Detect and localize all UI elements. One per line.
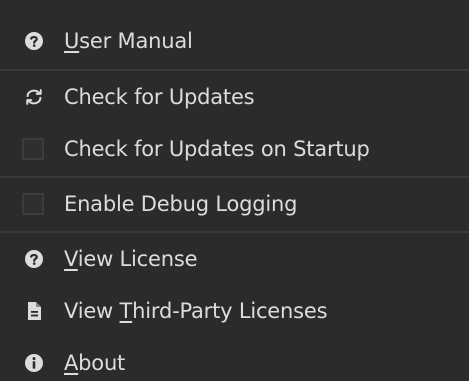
menu-item-view-license[interactable]: View License (0, 233, 469, 285)
menu-item-about[interactable]: About (0, 337, 469, 381)
menu-item-label: View Third-Party Licenses (64, 299, 328, 323)
enable-debug-logging-checkbox[interactable] (22, 193, 44, 215)
menu-item-label: Check for Updates on Startup (64, 137, 370, 161)
menu-item-enable-debug-logging[interactable]: Enable Debug Logging (0, 178, 469, 230)
menu-item-label: Check for Updates (64, 85, 255, 109)
help-circle-icon (24, 249, 44, 269)
document-icon (24, 301, 44, 321)
menu-item-view-third-party-licenses[interactable]: View Third-Party Licenses (0, 285, 469, 337)
help-menu: User Manual Check for Updates Check for … (0, 0, 469, 381)
menu-item-check-for-updates[interactable]: Check for Updates (0, 71, 469, 123)
menu-item-user-manual[interactable]: User Manual (0, 15, 469, 67)
menu-item-label: View License (64, 247, 198, 271)
menu-item-label: Enable Debug Logging (64, 192, 298, 216)
menu-item-label: About (64, 351, 126, 375)
help-circle-icon (24, 31, 44, 51)
check-updates-on-startup-checkbox[interactable] (22, 138, 44, 160)
info-circle-icon (24, 353, 44, 373)
refresh-icon (24, 87, 44, 107)
menu-item-check-updates-on-startup[interactable]: Check for Updates on Startup (0, 123, 469, 175)
menu-item-label: User Manual (64, 29, 193, 53)
